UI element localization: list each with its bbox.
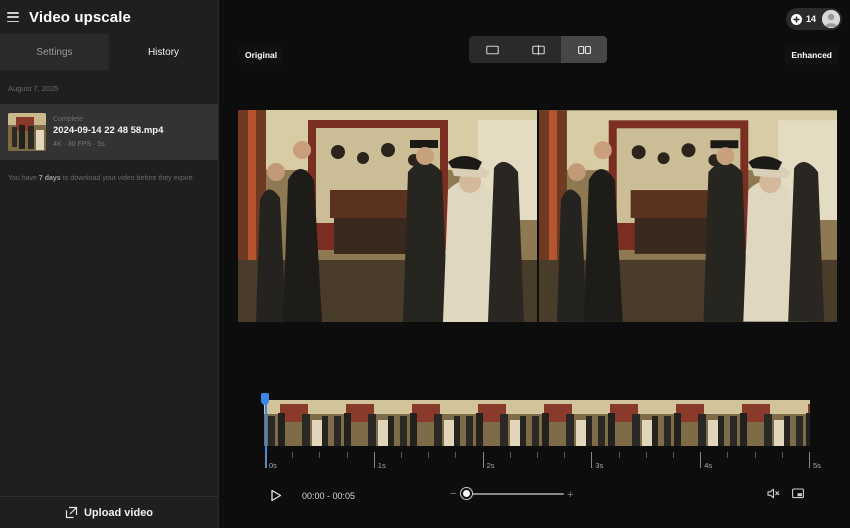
ruler-tick-minor <box>319 452 321 458</box>
filmstrip-frame <box>462 400 528 446</box>
filmstrip-frame <box>726 400 792 446</box>
video-status: Complete <box>53 115 83 123</box>
ruler-tick-label: 3s <box>595 461 604 470</box>
speaker-muted-icon <box>767 488 780 499</box>
video-preview <box>238 110 837 322</box>
filmstrip-frame <box>330 400 396 446</box>
play-button[interactable] <box>270 489 282 507</box>
upload-video-button[interactable]: Upload video <box>0 496 218 528</box>
ruler-tick-minor <box>537 452 538 458</box>
ruler-tick-minor <box>428 452 430 458</box>
filmstrip-frame <box>264 400 330 446</box>
single-view-icon <box>485 45 499 54</box>
zoom-slider-handle[interactable] <box>461 488 472 499</box>
ruler-tick-minor <box>727 452 729 458</box>
split-view-icon <box>531 44 545 55</box>
side-by-side-button[interactable] <box>561 36 607 63</box>
history-video-item[interactable]: Complete 2024-09-14 22 48 58.mp4 4K · 30… <box>0 104 218 160</box>
sidebar-tabs: Settings History <box>0 34 218 70</box>
ruler-tick-major <box>265 452 266 468</box>
tab-settings[interactable]: Settings <box>0 34 109 70</box>
sidebar-header: Video upscale <box>0 0 218 34</box>
add-credits-icon <box>791 13 802 25</box>
app-title: Video upscale <box>29 8 131 26</box>
ruler-tick-minor <box>754 452 756 458</box>
filmstrip <box>264 400 810 446</box>
zoom-in-button[interactable]: + <box>567 489 573 501</box>
expire-days: 7 days <box>38 175 61 182</box>
ruler-tick-minor <box>673 452 674 458</box>
credits-badge[interactable]: 14 <box>786 8 842 30</box>
filmstrip-frame <box>660 400 726 446</box>
ruler-tick-minor <box>781 452 783 458</box>
playhead-handle[interactable] <box>261 393 269 405</box>
video-filename: 2024-09-14 22 48 58.mp4 <box>53 124 164 136</box>
video-meta: 4K · 30 FPS · 5s <box>53 140 105 148</box>
ruler-tick-label: 5s <box>813 461 821 470</box>
ruler-tick-minor <box>618 452 620 458</box>
filmstrip-frame <box>396 400 462 446</box>
picture-in-picture-button[interactable] <box>792 486 804 504</box>
upload-icon <box>65 506 78 519</box>
upload-video-label: Upload video <box>83 506 154 519</box>
expire-note: You have 7 days to download your video b… <box>8 175 195 182</box>
ruler-tick-minor <box>292 452 294 458</box>
timeline[interactable] <box>264 400 810 446</box>
ruler-tick-minor <box>645 452 647 458</box>
ruler-tick-minor <box>346 452 348 458</box>
mute-button[interactable] <box>767 486 780 504</box>
zoom-slider-track[interactable] <box>464 493 564 495</box>
ruler-tick-major <box>700 452 702 468</box>
ruler-tick-minor <box>564 452 566 458</box>
history-date: August 7, 2025 <box>8 84 59 93</box>
split-view-button[interactable] <box>515 36 561 63</box>
menu-icon[interactable] <box>7 12 19 22</box>
filmstrip-frame <box>528 400 594 446</box>
side-by-side-icon <box>577 45 591 54</box>
zoom-out-button[interactable]: − <box>450 488 456 500</box>
main-area: 14 Original Enhanced 0s 1s 2s 3s 4s 5s 0… <box>219 0 850 528</box>
sidebar: Video upscale Settings History August 7,… <box>0 0 219 528</box>
picture-in-picture-icon <box>792 488 804 499</box>
ruler-tick-major <box>809 452 810 468</box>
play-icon <box>271 489 282 502</box>
video-thumbnail <box>8 113 46 151</box>
single-view-button[interactable] <box>469 36 515 63</box>
enhanced-label: Enhanced <box>785 45 838 65</box>
ruler-tick-label: 0s <box>269 461 277 470</box>
ruler-tick-minor <box>401 452 402 458</box>
ruler-tick-minor <box>509 452 511 458</box>
ruler-tick-major <box>591 452 593 468</box>
time-ruler: 0s 1s 2s 3s 4s 5s <box>265 452 821 472</box>
ruler-tick-label: 2s <box>486 461 495 470</box>
time-display: 00:00 - 00:05 <box>302 491 356 501</box>
view-mode-toggle <box>469 36 607 63</box>
original-label: Original <box>239 45 284 65</box>
original-frame <box>238 110 537 322</box>
avatar[interactable] <box>822 10 840 28</box>
filmstrip-frame <box>594 400 660 446</box>
ruler-tick-label: 1s <box>377 461 386 470</box>
filmstrip-frame <box>792 400 810 446</box>
ruler-tick-minor <box>455 452 457 458</box>
tab-history[interactable]: History <box>109 34 218 70</box>
ruler-tick-label: 4s <box>704 461 713 470</box>
ruler-tick-major <box>373 452 375 468</box>
credits-count: 14 <box>806 14 817 24</box>
ruler-tick-major <box>482 452 484 468</box>
enhanced-frame <box>538 110 838 322</box>
